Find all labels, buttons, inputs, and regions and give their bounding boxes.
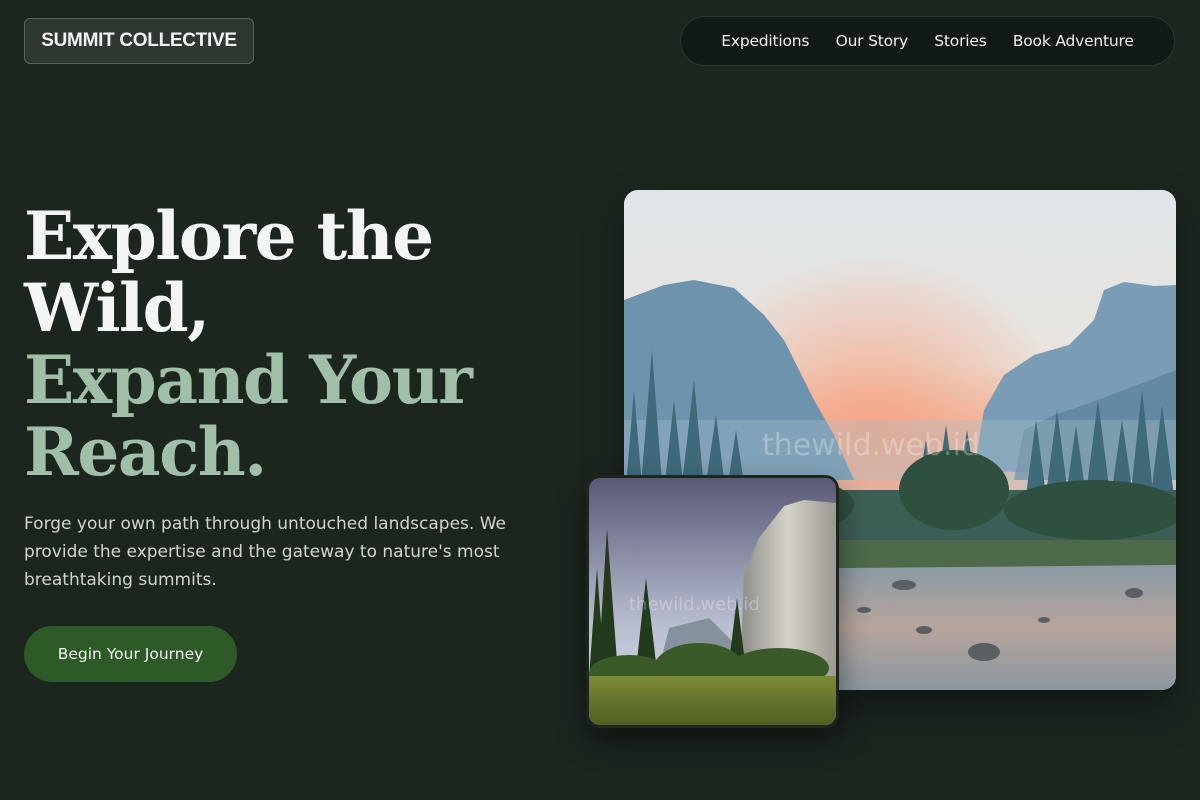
hero-subtext: Forge your own path through untouched la…: [24, 514, 506, 590]
site-logo[interactable]: SUMMIT COLLECTIVE: [24, 18, 254, 64]
nav-link-stories[interactable]: Stories: [934, 32, 986, 50]
small-image-watermark: thewild.web.id: [629, 594, 760, 615]
begin-journey-button[interactable]: Begin Your Journey: [24, 626, 237, 682]
cliff-meadow-image: thewild.web.id: [586, 475, 839, 728]
nav-link-our-story[interactable]: Our Story: [836, 32, 909, 50]
hero-headline: Explore the Wild, Expand Your Reach.: [24, 200, 584, 488]
main-image-watermark: thewild.web.id: [762, 428, 980, 463]
headline-line-2: Wild,: [24, 269, 210, 347]
nav-link-expeditions[interactable]: Expeditions: [721, 32, 809, 50]
headline-line-3: Expand Your: [24, 341, 473, 419]
headline-line-4: Reach.: [24, 413, 267, 491]
headline-line-1: Explore the: [24, 197, 434, 275]
nav-link-book-adventure[interactable]: Book Adventure: [1013, 32, 1134, 50]
main-nav: Expeditions Our Story Stories Book Adven…: [680, 16, 1175, 66]
